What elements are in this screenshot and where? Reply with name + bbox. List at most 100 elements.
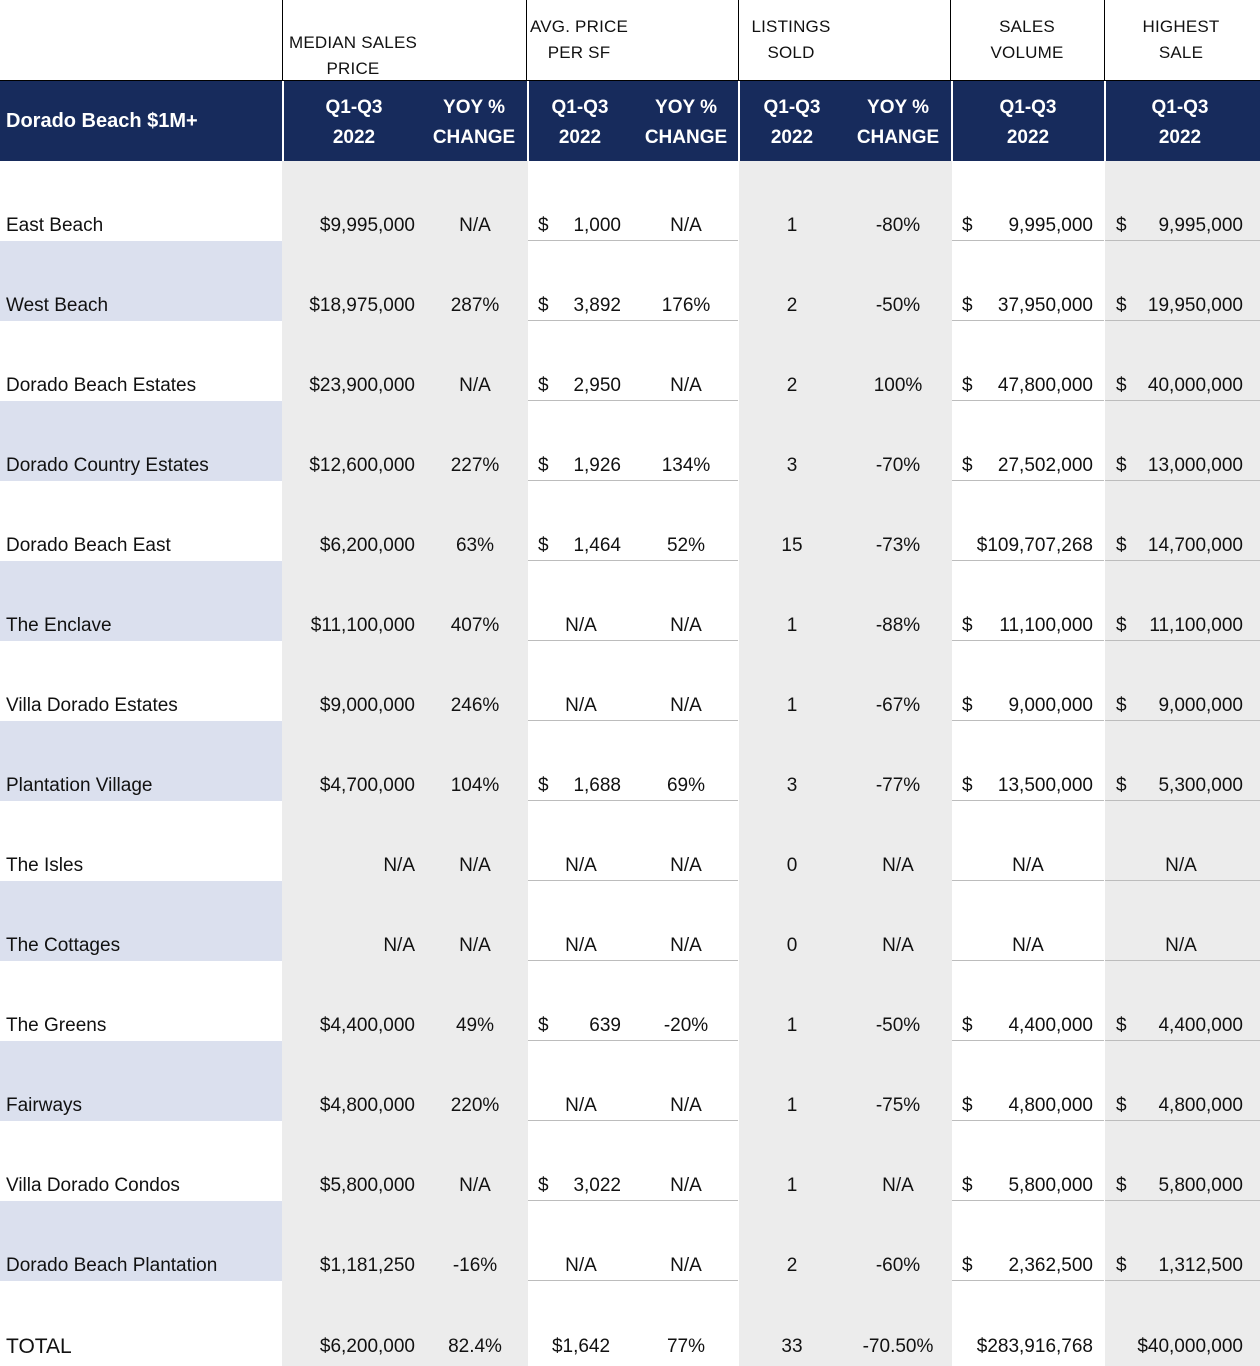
row-name: Dorado Beach Estates: [6, 375, 197, 396]
median-sales-price: $6,200,000: [319, 535, 415, 556]
listings-yoy-change: N/A: [882, 855, 914, 876]
currency-symbol: $: [1116, 455, 1127, 476]
listings-sold: 1: [786, 695, 798, 716]
median-yoy-header: YOY % CHANGE: [432, 97, 516, 148]
median-yoy-change: N/A: [459, 855, 491, 876]
row-name: Plantation Village: [6, 775, 153, 796]
avg-price-per-sf: 2,950: [573, 375, 621, 396]
currency-symbol: $: [538, 535, 549, 556]
median-sales-price: $5,800,000: [319, 1175, 415, 1196]
ppsf-yoy-change: N/A: [670, 375, 702, 396]
currency-symbol: $: [538, 1015, 549, 1036]
row-name: East Beach: [6, 215, 104, 236]
currency-symbol: $: [1116, 375, 1127, 396]
sales-volume-header: SALES VOLUME: [990, 17, 1064, 62]
ppsf-yoy-change: N/A: [670, 695, 702, 716]
ppsf-period-header: Q1-Q3 2022: [551, 97, 609, 148]
currency-symbol: $: [538, 215, 549, 236]
table-row: The Cottages N/A N/A N/A N/A 0 N/A N/A N/A: [0, 881, 1260, 961]
currency-symbol: $: [538, 375, 549, 396]
listings-sold: 1: [786, 1175, 798, 1196]
median-sales-price: $1,181,250: [319, 1255, 415, 1276]
row-name: The Enclave: [6, 615, 112, 636]
currency-symbol: $: [962, 375, 973, 396]
median-sales-price: $4,800,000: [319, 1095, 415, 1116]
currency-symbol: $: [962, 455, 973, 476]
avg-price-per-sf: N/A: [565, 855, 597, 876]
median-yoy-change: 246%: [450, 695, 500, 716]
currency-symbol: $: [962, 1175, 973, 1196]
row-name: Villa Dorado Condos: [6, 1175, 180, 1196]
highest-sale: N/A: [1165, 935, 1197, 956]
ppsf-yoy-change: N/A: [670, 1175, 702, 1196]
table-row: Villa Dorado Condos $5,800,000 N/A $3,022 N/…: [0, 1121, 1260, 1201]
median-yoy-change: N/A: [459, 215, 491, 236]
currency-symbol: $: [962, 295, 973, 316]
ppsf-yoy-change: 69%: [666, 775, 706, 796]
median-yoy-change: N/A: [459, 935, 491, 956]
avg-price-per-sf: N/A: [565, 1255, 597, 1276]
median-sales-price: $9,995,000: [319, 215, 415, 236]
ppsf-yoy-change: N/A: [670, 1095, 702, 1116]
highest-sale: 40,000,000: [1147, 375, 1243, 396]
row-name: Villa Dorado Estates: [6, 695, 178, 716]
cell-underline: [528, 1280, 634, 1281]
currency-symbol: $: [538, 455, 549, 476]
listings-yoy-change: -77%: [875, 775, 921, 796]
listings-yoy-change: -50%: [875, 295, 921, 316]
highest-sale: 9,000,000: [1158, 695, 1243, 716]
currency-symbol: $: [538, 1175, 549, 1196]
listings-sold: 3: [786, 775, 798, 796]
ppsf-yoy-change: 77%: [666, 1336, 706, 1357]
ppsf-yoy-change: N/A: [670, 855, 702, 876]
highest-period-header: Q1-Q3 2022: [1151, 97, 1209, 148]
sales-volume: 27,502,000: [997, 455, 1093, 476]
median-period-header: Q1-Q3 2022: [325, 97, 383, 148]
avg-price-per-sf: 1,464: [573, 535, 621, 556]
avg-price-per-sf: N/A: [565, 615, 597, 636]
highest-sale-header: HIGHEST SALE: [1142, 17, 1220, 62]
median-sales-price-header: MEDIAN SALES PRICE: [288, 33, 418, 78]
median-yoy-change: -16%: [452, 1255, 498, 1276]
currency-symbol: $: [962, 695, 973, 716]
currency-symbol: $: [1116, 535, 1127, 556]
row-name: The Cottages: [6, 935, 121, 956]
table-row: Fairways $4,800,000 220% N/A N/A 1 -75% $4,800,…: [0, 1041, 1260, 1121]
avg-price-per-sf: 1,688: [573, 775, 621, 796]
highest-sale: 11,100,000: [1149, 615, 1243, 636]
sales-volume: 11,100,000: [999, 615, 1093, 636]
sales-volume: 47,800,000: [997, 375, 1093, 396]
row-name: The Isles: [6, 855, 84, 876]
median-yoy-change: 227%: [450, 455, 500, 476]
currency-symbol: $: [962, 775, 973, 796]
median-yoy-change: 63%: [455, 535, 495, 556]
sales-volume: N/A: [1012, 935, 1044, 956]
median-sales-price: $11,100,000: [310, 615, 415, 636]
table-row: The Enclave $11,100,000 407% N/A N/A 1 -88% $11…: [0, 561, 1260, 641]
listings-yoy-header: YOY % CHANGE: [856, 97, 940, 148]
median-yoy-change: 82.4%: [448, 1336, 502, 1357]
currency-symbol: $: [1116, 775, 1127, 796]
volume-period-header: Q1-Q3 2022: [999, 97, 1057, 148]
avg-price-per-sf: 3,022: [573, 1175, 621, 1196]
listings-sold: 1: [786, 215, 798, 236]
sales-volume: 2,362,500: [1008, 1255, 1093, 1276]
median-yoy-change: 104%: [450, 775, 500, 796]
currency-symbol: $: [962, 1015, 973, 1036]
ppsf-yoy-header: YOY % CHANGE: [644, 97, 728, 148]
currency-symbol: $: [1116, 215, 1127, 236]
sales-volume: 13,500,000: [997, 775, 1093, 796]
row-name: Dorado Country Estates: [6, 455, 209, 476]
ppsf-yoy-change: -20%: [663, 1015, 709, 1036]
avg-price-per-sf: N/A: [565, 1095, 597, 1116]
currency-symbol: $: [1116, 1175, 1127, 1196]
listings-yoy-change: N/A: [882, 935, 914, 956]
listings-yoy-change: -73%: [875, 535, 921, 556]
median-yoy-change: N/A: [459, 375, 491, 396]
table-row: The Isles N/A N/A N/A N/A 0 N/A N/A N/A: [0, 801, 1260, 881]
total-row: TOTAL $6,200,000 82.4% $1,642 77% 33 -70.50% $2…: [0, 1282, 1260, 1362]
avg-price-per-sf: $1,642: [551, 1336, 611, 1357]
listings-sold: 2: [786, 1255, 798, 1276]
median-sales-price: $4,400,000: [319, 1015, 415, 1036]
currency-symbol: $: [1116, 1255, 1127, 1276]
